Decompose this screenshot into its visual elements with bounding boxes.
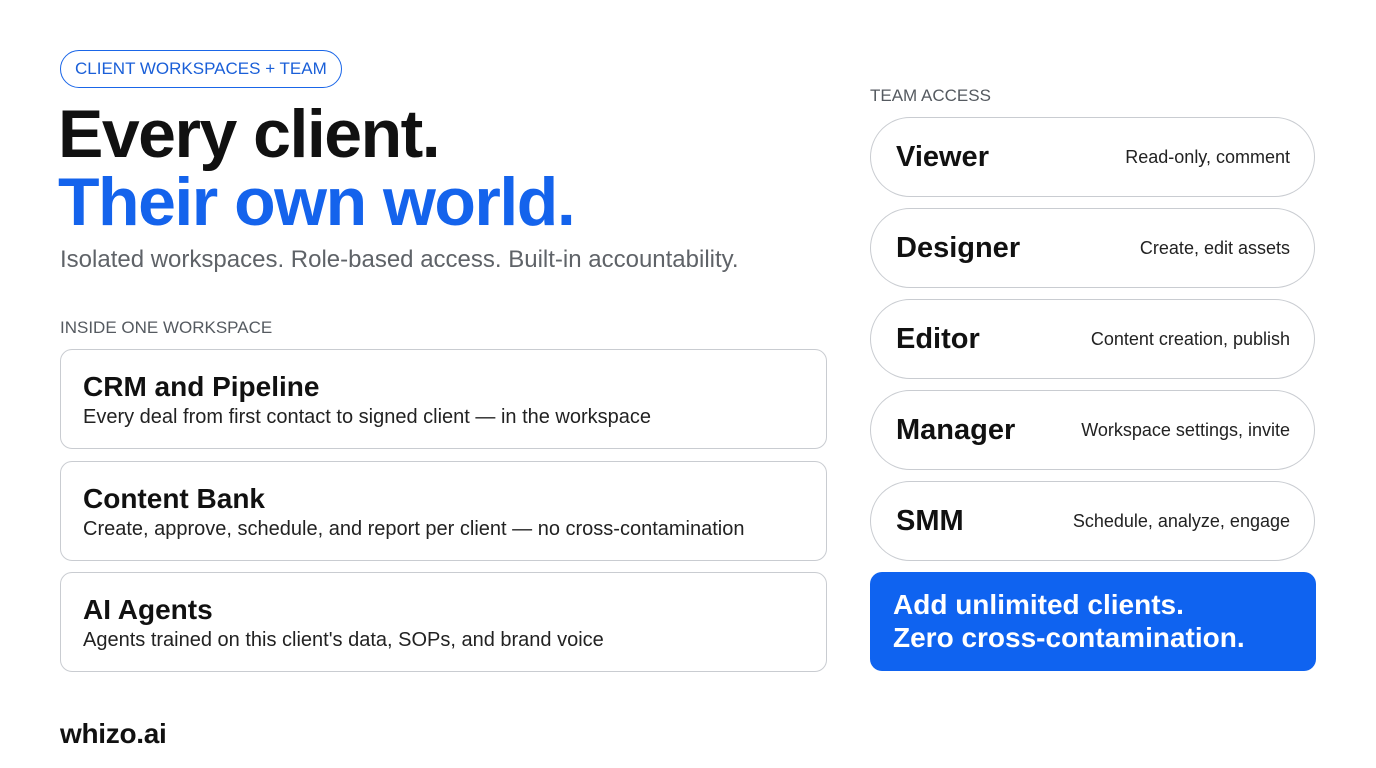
feature-title: AI Agents <box>83 594 213 625</box>
role-pill-viewer: Viewer Read-only, comment <box>870 117 1315 197</box>
role-name: SMM <box>896 504 964 537</box>
feature-card-content-bank: Content Bank Create, approve, schedule, … <box>60 461 827 561</box>
cta-line-1: Add unlimited clients. <box>893 589 1184 620</box>
feature-title: Content Bank <box>83 483 265 514</box>
role-permissions: Content creation, publish <box>1090 328 1290 349</box>
slide: CLIENT WORKSPACES + TEAM Every client. T… <box>0 0 1376 768</box>
feature-description: Agents trained on this client's data, SO… <box>83 629 604 651</box>
role-permissions: Read-only, comment <box>1125 146 1290 167</box>
role-name: Manager <box>896 413 1016 446</box>
role-name: Viewer <box>896 140 989 173</box>
headline-line-2: Their own world. <box>58 164 576 240</box>
headline-line-1: Every client. <box>58 96 441 172</box>
headline: Every client. Their own world. <box>58 96 576 240</box>
feature-title: CRM and Pipeline <box>83 371 320 402</box>
role-pill-editor: Editor Content creation, publish <box>870 299 1315 379</box>
cta-line-2: Zero cross-contamination. <box>893 622 1245 653</box>
inside-workspace-label: INSIDE ONE WORKSPACE <box>60 318 273 337</box>
role-pill-manager: Manager Workspace settings, invite <box>870 390 1315 470</box>
feature-description: Every deal from first contact to signed … <box>83 406 652 428</box>
team-access-label: TEAM ACCESS <box>870 86 991 105</box>
role-pill-designer: Designer Create, edit assets <box>870 208 1315 288</box>
feature-description: Create, approve, schedule, and report pe… <box>83 518 745 540</box>
role-name: Designer <box>896 231 1021 264</box>
role-permissions: Workspace settings, invite <box>1081 419 1290 440</box>
cta-banner: Add unlimited clients. Zero cross-contam… <box>870 572 1316 671</box>
feature-card-crm: CRM and Pipeline Every deal from first c… <box>60 349 827 449</box>
section-badge: CLIENT WORKSPACES + TEAM <box>60 50 342 88</box>
feature-card-ai-agents: AI Agents Agents trained on this client'… <box>60 572 827 672</box>
role-name: Editor <box>896 322 980 355</box>
role-permissions: Create, edit assets <box>1139 237 1290 258</box>
subheadline: Isolated workspaces. Role-based access. … <box>60 246 739 273</box>
brand-logo-text: whizo.ai <box>60 718 167 749</box>
role-permissions: Schedule, analyze, engage <box>1072 510 1290 531</box>
role-pill-smm: SMM Schedule, analyze, engage <box>870 481 1315 561</box>
